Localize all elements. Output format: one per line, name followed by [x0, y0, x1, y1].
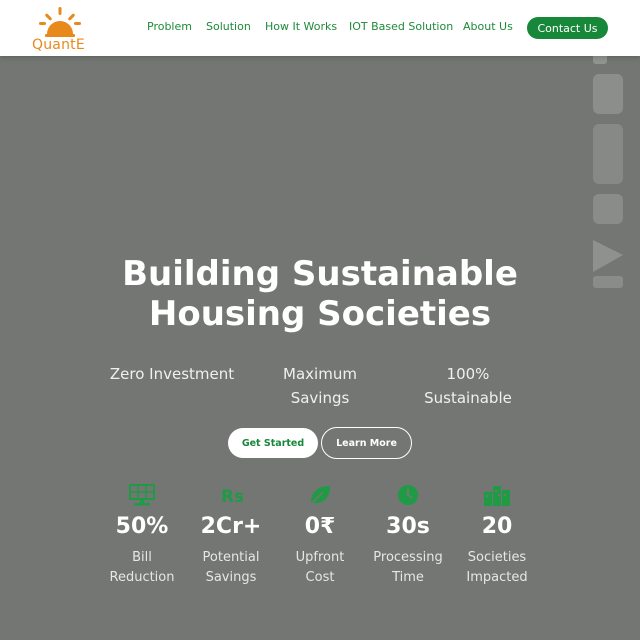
feature-zero-investment: Zero Investment	[109, 365, 235, 383]
get-started-button[interactable]: Get Started	[228, 428, 318, 458]
feature-sustainable: 100% Sustainable	[424, 365, 512, 407]
rupee-icon: Rs	[221, 487, 243, 506]
stat-upfront-cost: 0₹ Upfront Cost	[275, 484, 365, 588]
stat-value: 2Cr+	[200, 514, 262, 539]
stat-label: Bill Reduction	[109, 550, 175, 585]
feature-maximum-savings: Maximum Savings	[283, 365, 357, 407]
solar-panel-icon	[129, 484, 155, 506]
stat-value: 30s	[386, 514, 430, 539]
stat-label: Societies Impacted	[466, 550, 528, 585]
stat-societies-impacted: 20 Societies Impacted	[452, 484, 542, 588]
stat-value: 50%	[115, 514, 169, 539]
stat-bill-reduction: 50% Bill Reduction	[97, 484, 187, 588]
stat-label: Potential Savings	[202, 550, 260, 585]
stat-processing-time: 30s Processing Time	[363, 484, 453, 588]
stat-value: 20	[481, 514, 513, 539]
stat-value: 0₹	[304, 514, 336, 539]
hero-title: Building Sustainable Housing Societies	[0, 254, 640, 334]
nav-about-us[interactable]: About Us	[463, 20, 513, 33]
brand-name: QuantE	[32, 37, 85, 53]
nav-problem[interactable]: Problem	[147, 20, 192, 33]
nav-iot-solution[interactable]: IOT Based Solution	[349, 20, 453, 33]
stat-label: Processing Time	[373, 550, 443, 585]
logo[interactable]: QuantE	[28, 4, 92, 54]
hero-title-line1: Building Sustainable	[122, 254, 518, 294]
site-header: QuantE Problem Solution How It Works IOT…	[0, 0, 640, 56]
contact-us-button[interactable]: Contact Us	[527, 17, 608, 39]
stat-potential-savings: Rs 2Cr+ Potential Savings	[186, 484, 276, 588]
learn-more-button[interactable]: Learn More	[321, 427, 412, 459]
nav-solution[interactable]: Solution	[206, 20, 251, 33]
building-icon	[484, 486, 510, 506]
stat-label: Upfront Cost	[295, 550, 345, 585]
leaf-icon	[310, 486, 330, 505]
nav-how-it-works[interactable]: How It Works	[265, 20, 337, 33]
svg-text:Rs: Rs	[221, 487, 243, 506]
clock-icon	[398, 485, 418, 505]
hero-title-line2: Housing Societies	[148, 294, 492, 334]
sun-icon	[39, 7, 81, 37]
